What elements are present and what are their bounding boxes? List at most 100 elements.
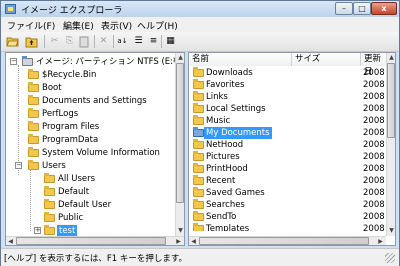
copy-icon[interactable]: ⎘ — [63, 35, 76, 48]
paste-icon[interactable] — [78, 35, 91, 48]
scroll-right-icon[interactable]: ▶ — [174, 237, 183, 245]
tree-item-label: All Users — [58, 174, 96, 184]
tree-root[interactable]: − イメージ: パーティション NTFS (E:¥ — [8, 56, 183, 68]
folder-icon — [193, 163, 204, 173]
list-item[interactable]: Links 2008 — [191, 91, 387, 103]
scroll-thumb[interactable] — [199, 237, 369, 245]
list-item-date: 2008 — [363, 164, 385, 174]
tree-item-label: ProgramData — [42, 135, 99, 145]
tree-horizontal-scrollbar[interactable]: ◀ ▶ — [6, 236, 184, 245]
list-item-date: 2008 — [363, 224, 385, 231]
list-item-date: 2008 — [363, 128, 385, 138]
list-item-date: 2008 — [363, 116, 385, 126]
list-item[interactable]: Templates 2008 — [191, 223, 387, 231]
open-folder-icon[interactable] — [6, 35, 19, 48]
list-item[interactable]: Local Settings 2008 — [191, 103, 387, 115]
list-item[interactable]: Pictures 2008 — [191, 151, 387, 163]
scroll-up-icon[interactable]: ▲ — [176, 53, 184, 62]
list-vertical-scrollbar[interactable]: ▲ ▼ — [386, 53, 395, 236]
list-item[interactable]: Music 2008 — [191, 115, 387, 127]
menu-bar: ファイル(F) 編集(E) 表示(V) ヘルプ(H) — [1, 17, 399, 32]
list-item-name: Searches — [206, 200, 245, 210]
folder-icon — [28, 95, 39, 105]
delete-icon[interactable]: ✕ — [97, 35, 110, 48]
tree-item-label: $Recycle.Bin — [42, 70, 97, 80]
tree-vertical-scrollbar[interactable]: ▲ ▼ — [175, 53, 184, 236]
folder-icon — [44, 173, 55, 183]
tree-item-label: Default User — [58, 200, 112, 210]
menu-edit[interactable]: 編集(E) — [63, 19, 94, 32]
list-item[interactable]: Recent 2008 — [191, 175, 387, 187]
folder-icon — [28, 108, 39, 118]
column-header-size[interactable]: サイズ — [292, 53, 361, 66]
folder-icon — [28, 147, 39, 157]
toolbar-separator — [113, 35, 114, 48]
list-view-icon[interactable]: ☰ — [132, 35, 145, 48]
expand-icon[interactable]: + — [34, 227, 41, 234]
list-item[interactable]: Downloads 2008 — [191, 67, 387, 79]
title-bar[interactable]: イメージ エクスプローラ – □ x — [1, 1, 399, 17]
folder-icon — [28, 69, 39, 79]
list-horizontal-scrollbar[interactable]: ◀ ▶ — [189, 236, 386, 245]
list-item-selected[interactable]: My Documents 2008 — [191, 127, 387, 139]
scroll-thumb[interactable] — [16, 237, 166, 245]
scroll-left-icon[interactable]: ◀ — [6, 237, 15, 245]
tree-item-label: Public — [58, 213, 84, 223]
scroll-thumb[interactable] — [387, 63, 395, 138]
toolbar: ✂ ⎘ ✕ a↓ ☰ ≡ ▦ — [1, 32, 399, 52]
folder-icon — [44, 225, 55, 235]
folder-icon — [193, 151, 204, 161]
folder-icon — [193, 187, 204, 197]
tree-item-label: Boot — [42, 83, 62, 93]
minimize-button[interactable]: – — [335, 2, 353, 15]
folder-icon — [193, 211, 204, 221]
column-header-name[interactable]: 名前 — [189, 53, 292, 66]
list-item-date: 2008 — [363, 152, 385, 162]
toolbar-separator — [94, 35, 95, 48]
up-folder-icon[interactable] — [25, 35, 38, 48]
maximize-button[interactable]: □ — [353, 2, 371, 15]
details-view-icon[interactable]: ≡ — [147, 35, 160, 48]
scroll-down-icon[interactable]: ▼ — [176, 226, 184, 235]
list-item[interactable]: SendTo 2008 — [191, 211, 387, 223]
scroll-right-icon[interactable]: ▶ — [376, 237, 385, 245]
list-item-date: 2008 — [363, 104, 385, 114]
sort-icon[interactable]: a↓ — [116, 35, 129, 48]
folder-icon — [193, 67, 204, 77]
folder-icon — [193, 199, 204, 209]
collapse-icon[interactable]: − — [10, 58, 17, 65]
folder-icon — [28, 134, 39, 144]
file-list[interactable]: 名前 サイズ 更新日 Downloads 2008 Favorites 2008 L… — [188, 52, 396, 246]
scroll-down-icon[interactable]: ▼ — [387, 226, 395, 235]
close-button[interactable]: x — [371, 2, 397, 15]
list-item[interactable]: PrintHood 2008 — [191, 163, 387, 175]
scroll-up-icon[interactable]: ▲ — [387, 53, 395, 62]
scroll-thumb[interactable] — [176, 63, 184, 203]
menu-file[interactable]: ファイル(F) — [7, 19, 55, 32]
tree-item-label: Users — [42, 161, 66, 171]
list-item[interactable]: NetHood 2008 — [191, 139, 387, 151]
menu-view[interactable]: 表示(V) — [101, 19, 132, 32]
collapse-icon[interactable]: − — [15, 162, 22, 169]
list-item[interactable]: Favorites 2008 — [191, 79, 387, 91]
list-item-name: Saved Games — [206, 188, 265, 198]
resize-grip-icon[interactable] — [385, 253, 395, 263]
list-item-name: Music — [206, 116, 231, 126]
list-item-date: 2008 — [363, 188, 385, 198]
list-item-name: Favorites — [206, 80, 245, 90]
grid-view-icon[interactable]: ▦ — [164, 35, 177, 48]
list-item-date: 2008 — [363, 200, 385, 210]
scroll-left-icon[interactable]: ◀ — [189, 237, 198, 245]
folder-icon — [28, 121, 39, 131]
list-item-date: 2008 — [363, 68, 385, 78]
list-item[interactable]: Searches 2008 — [191, 199, 387, 211]
list-item-date: 2008 — [363, 212, 385, 222]
menu-help[interactable]: ヘルプ(H) — [137, 19, 178, 32]
list-item[interactable]: Saved Games 2008 — [191, 187, 387, 199]
folder-icon — [193, 91, 204, 101]
folder-tree[interactable]: − イメージ: パーティション NTFS (E:¥ $Recycle.Bin B… — [5, 52, 185, 246]
tree-item-users[interactable]: − Users — [15, 160, 155, 172]
column-header-date[interactable]: 更新日 — [361, 53, 389, 77]
list-item-name: NetHood — [206, 140, 244, 150]
cut-icon[interactable]: ✂ — [48, 35, 61, 48]
